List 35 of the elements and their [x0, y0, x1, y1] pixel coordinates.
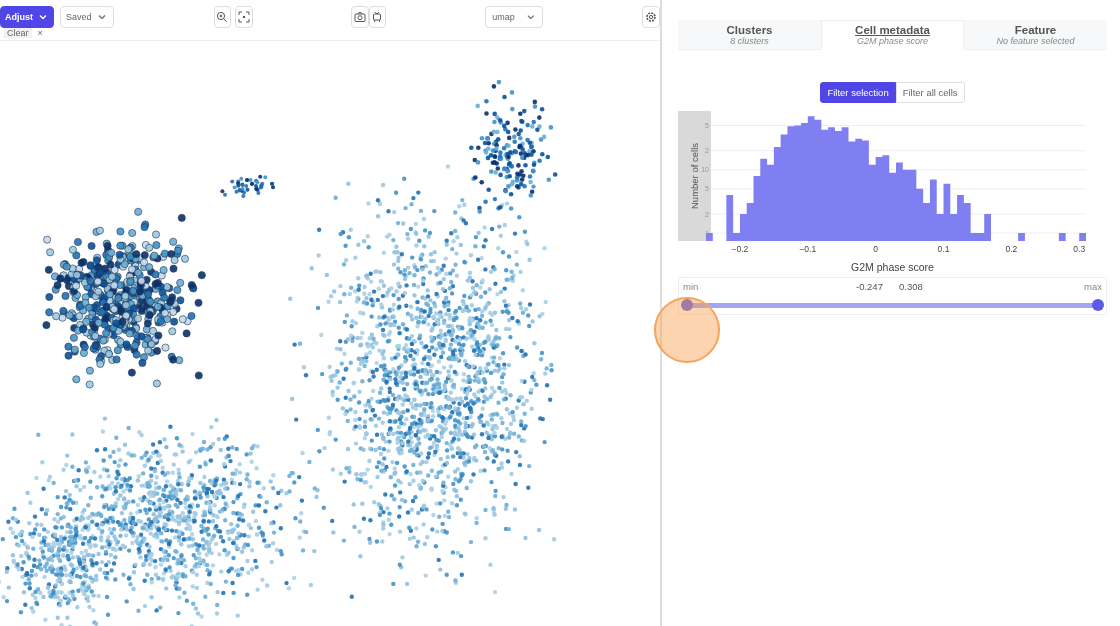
camera-icon	[353, 11, 366, 23]
settings-button[interactable]	[642, 6, 660, 28]
tv-button[interactable]	[368, 6, 387, 28]
x-tick-label: −0.1	[799, 244, 817, 254]
tab[interactable]: Cell metadata G2M phase score	[821, 20, 964, 50]
low-value: -0.247	[856, 281, 883, 292]
slider-thumb[interactable]	[1092, 299, 1104, 311]
tab[interactable]: Feature No feature selected	[964, 20, 1107, 50]
camera-button[interactable]	[350, 6, 369, 28]
tab-subtitle: No feature selected	[996, 36, 1075, 46]
embedding-dropdown[interactable]: umap	[485, 6, 544, 28]
axis-title: G2M phase score	[850, 261, 935, 273]
settings-icon	[645, 11, 658, 23]
close-icon[interactable]: ×	[37, 28, 43, 38]
clear-chip[interactable]: Clear	[4, 28, 32, 38]
max-label: max	[1084, 281, 1102, 292]
y-axis-title: Number of cells	[689, 143, 700, 209]
x-tick-label: −0.2	[731, 244, 749, 254]
zoom-in-button[interactable]	[213, 6, 232, 28]
tab-subtitle: 8 clusters	[730, 36, 769, 46]
saved-dropdown[interactable]: Saved	[60, 6, 114, 28]
x-tick-label: 0.3	[1073, 244, 1086, 254]
filter-button[interactable]: Filter selection	[820, 82, 896, 103]
slider-thumb[interactable]	[681, 299, 693, 311]
high-value: 0.308	[899, 281, 923, 292]
x-tick-label: 0.1	[937, 244, 950, 254]
x-tick-label: 0	[873, 244, 878, 254]
min-label: min	[683, 281, 699, 292]
tab-subtitle: G2M phase score	[856, 36, 928, 46]
magnifier-icon	[216, 11, 229, 23]
filter-button[interactable]: Filter all cells	[895, 82, 965, 103]
x-tick-label: 0.2	[1005, 244, 1018, 254]
tv-icon	[371, 11, 384, 23]
fit-frame-icon	[238, 11, 251, 23]
adjust-button[interactable]: Adjust	[0, 6, 54, 28]
